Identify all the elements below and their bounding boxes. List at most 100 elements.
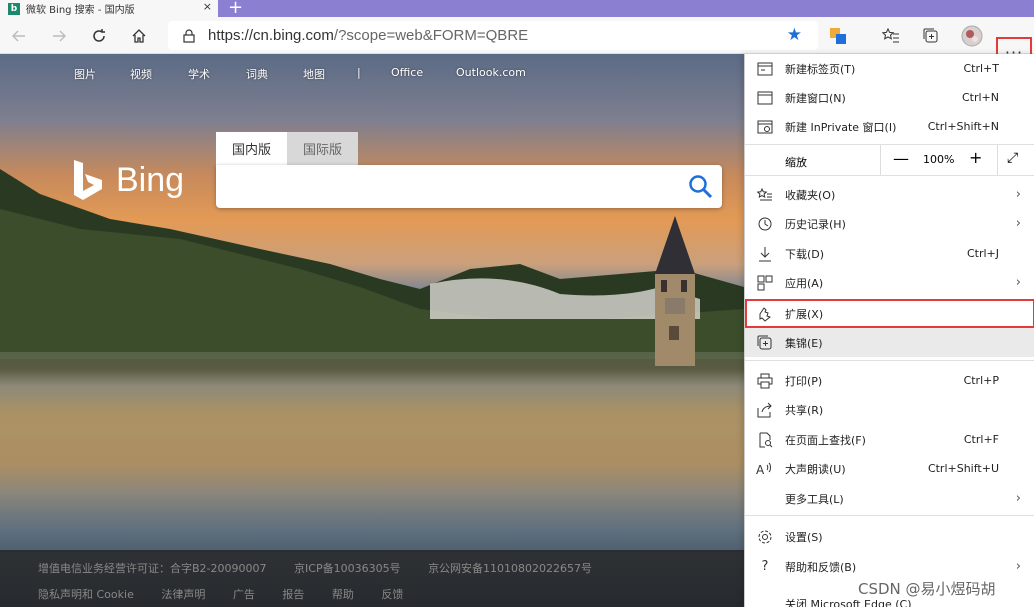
extensions-icon [756,305,774,323]
menu-divider [745,515,1034,516]
bing-b-icon [74,160,102,200]
menu-more-tools[interactable]: 更多工具(L) › [745,484,1034,513]
footer-police[interactable]: 京公网安备11010802022657号 [428,562,592,575]
menu-settings[interactable]: 设置(S) [745,522,1034,551]
tab-bing[interactable]: b 微软 Bing 搜索 - 国内版 × [0,0,218,17]
menu-apps[interactable]: 应用(A) › [745,268,1034,297]
settings-menu: 新建标签页(T) Ctrl+T 新建窗口(N) Ctrl+N 新建 InPriv… [744,54,1034,607]
menu-shortcut: Ctrl+J [966,247,999,260]
zoom-in-button[interactable]: + [969,148,982,167]
menu-label: 下载(D) [785,247,825,261]
forward-icon[interactable] [48,25,70,47]
menu-read-aloud[interactable]: A 大声朗读(U) Ctrl+Shift+U [745,454,1034,483]
new-tab-button[interactable]: + [228,0,243,18]
menu-label: 打印(P) [785,374,823,388]
menu-label: 共享(R) [785,403,824,417]
nav-office[interactable]: Office [391,66,423,79]
menu-label: 在页面上查找(F) [785,433,866,447]
refresh-icon[interactable] [88,25,110,47]
menu-divider [745,175,1034,176]
bing-logo[interactable]: Bing [72,158,184,202]
tab-international[interactable]: 国际版 [287,132,359,165]
footer-legal[interactable]: 法律声明 [161,588,205,601]
menu-new-tab[interactable]: 新建标签页(T) Ctrl+T [745,54,1034,83]
nav-outlook[interactable]: Outlook.com [456,66,526,79]
footer-ads[interactable]: 广告 [233,588,255,601]
menu-find[interactable]: 在页面上查找(F) Ctrl+F [745,425,1034,454]
url-host: https://cn.bing.com [208,27,334,44]
menu-print[interactable]: 打印(P) Ctrl+P [745,366,1034,395]
chevron-right-icon: › [1015,559,1021,574]
zoom-control: 缩放 — 100% + ⤢ [745,145,1034,175]
tab-title: 微软 Bing 搜索 - 国内版 [26,5,135,16]
collections-icon[interactable] [919,25,943,47]
lock-icon[interactable] [182,28,196,43]
footer-help[interactable]: 帮助 [332,588,354,601]
new-tab-icon [756,60,774,78]
menu-new-inprivate[interactable]: 新建 InPrivate 窗口(I) Ctrl+Shift+N [745,112,1034,141]
menu-downloads[interactable]: 下载(D) Ctrl+J [745,239,1034,268]
footer-icp[interactable]: 京ICP备10036305号 [294,562,401,575]
menu-shortcut: Ctrl+P [963,374,999,387]
chevron-right-icon: › [1015,216,1021,231]
footer-links: 隐私声明和 Cookie 法律声明 广告 报告 帮助 反馈 [38,586,427,602]
zoom-level: 100% [923,153,955,166]
menu-share[interactable]: 共享(R) [745,395,1034,424]
gear-icon [756,528,774,546]
top-nav: 图片 视频 学术 词典 地图 | Office Outlook.com [0,66,744,82]
menu-shortcut: Ctrl+N [961,91,999,104]
nav-videos[interactable]: 视频 [130,66,152,82]
menu-history[interactable]: 历史记录(H) › [745,209,1034,238]
url-path: /?scope=web&FORM=QBRE [333,27,529,44]
menu-favorites[interactable]: 收藏夹(O) › [745,180,1034,209]
footer-licenses: 增值电信业务经营许可证：合字B2-20090007 京ICP备10036305号… [38,560,616,576]
nav-maps[interactable]: 地图 [303,66,325,82]
apps-icon [756,274,774,292]
footer-report[interactable]: 报告 [282,588,304,601]
search-scope-tabs: 国内版 国际版 [216,132,359,165]
translate-icon[interactable] [826,25,850,47]
back-icon[interactable] [8,25,30,47]
menu-label: 应用(A) [785,276,824,290]
fullscreen-icon[interactable]: ⤢ [1007,150,1018,166]
menu-new-window[interactable]: 新建窗口(N) Ctrl+N [745,83,1034,112]
chevron-right-icon: › [1015,275,1021,290]
menu-extensions[interactable]: 扩展(X) [745,299,1034,328]
zoom-divider [997,145,998,175]
star-icon[interactable]: ★ [787,25,802,45]
menu-label: 扩展(X) [785,307,824,321]
close-tab-icon[interactable]: × [203,0,212,13]
bing-wordmark: Bing [116,160,185,199]
footer-feedback[interactable]: 反馈 [381,588,403,601]
menu-label: 设置(S) [785,530,823,544]
share-icon [756,401,774,419]
inprivate-icon [756,118,774,136]
menu-shortcut: Ctrl+T [963,62,999,75]
nav-academic[interactable]: 学术 [188,66,210,82]
tab-domestic[interactable]: 国内版 [216,132,288,165]
search-input[interactable] [216,165,722,208]
new-window-icon [756,89,774,107]
address-bar[interactable]: https://cn.bing.com/?scope=web&FORM=QBRE… [168,21,818,50]
nav-images[interactable]: 图片 [74,66,96,82]
favorites-icon[interactable] [879,25,903,47]
menu-label: 集锦(E) [785,336,823,350]
search-icon[interactable] [688,174,714,200]
footer-license[interactable]: 增值电信业务经营许可证：合字B2-20090007 [38,562,267,575]
nav-dictionary[interactable]: 词典 [246,66,268,82]
browser-window: b 微软 Bing 搜索 - 国内版 × + https://cn.bing.c… [0,0,1034,607]
zoom-out-button[interactable]: — [893,149,909,168]
tab-strip: b 微软 Bing 搜索 - 国内版 × + [0,0,1034,18]
menu-shortcut: Ctrl+Shift+N [927,120,999,133]
menu-divider [745,360,1034,361]
menu-collections[interactable]: 集锦(E) [745,328,1034,357]
menu-help[interactable]: ? 帮助和反馈(B) › [745,552,1034,581]
help-icon: ? [761,559,769,574]
zoom-label: 缩放 [785,156,807,169]
home-icon[interactable] [128,25,150,47]
url-text[interactable]: https://cn.bing.com/?scope=web&FORM=QBRE [208,27,528,44]
footer-privacy[interactable]: 隐私声明和 Cookie [38,588,134,601]
menu-shortcut: Ctrl+Shift+U [927,462,999,475]
profile-icon[interactable] [960,25,984,47]
menu-shortcut: Ctrl+F [963,433,999,446]
